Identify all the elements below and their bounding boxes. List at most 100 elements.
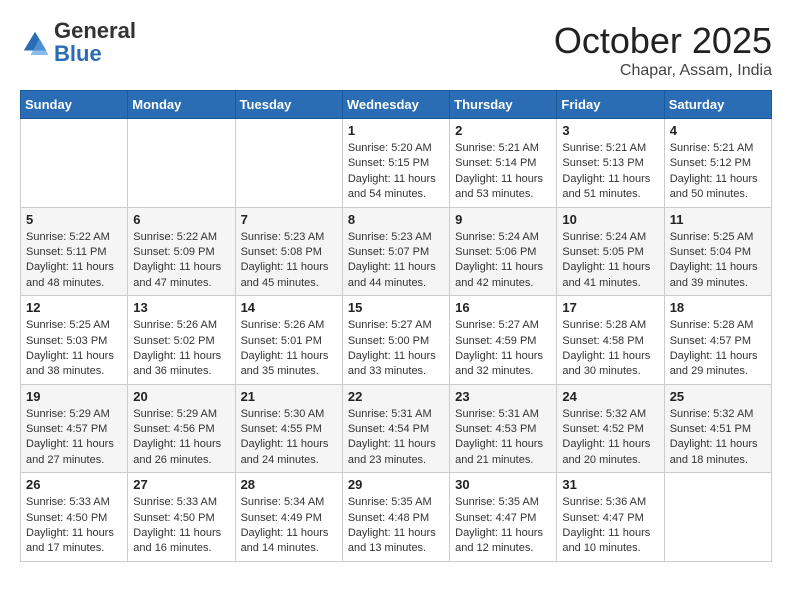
day-info: Sunrise: 5:36 AM Sunset: 4:47 PM Dayligh… [562, 495, 658, 557]
day-info: Sunrise: 5:22 AM Sunset: 5:11 PM Dayligh… [26, 230, 122, 292]
header-tuesday: Tuesday [235, 91, 342, 119]
day-number: 26 [26, 477, 122, 492]
day-number: 31 [562, 477, 658, 492]
day-number: 10 [562, 212, 658, 227]
day-info: Sunrise: 5:26 AM Sunset: 5:02 PM Dayligh… [133, 318, 229, 380]
day-info: Sunrise: 5:24 AM Sunset: 5:05 PM Dayligh… [562, 230, 658, 292]
day-info: Sunrise: 5:25 AM Sunset: 5:03 PM Dayligh… [26, 318, 122, 380]
day-number: 3 [562, 123, 658, 138]
day-number: 27 [133, 477, 229, 492]
logo: General Blue [20, 20, 136, 66]
day-cell: 17 Sunrise: 5:28 AM Sunset: 4:58 PM Dayli… [557, 296, 664, 385]
day-cell: 20 Sunrise: 5:29 AM Sunset: 4:56 PM Dayli… [128, 384, 235, 473]
day-number: 20 [133, 389, 229, 404]
calendar-body: 1 Sunrise: 5:20 AM Sunset: 5:15 PM Daylig… [21, 119, 772, 562]
day-number: 9 [455, 212, 551, 227]
header-sunday: Sunday [21, 91, 128, 119]
day-info: Sunrise: 5:26 AM Sunset: 5:01 PM Dayligh… [241, 318, 337, 380]
day-info: Sunrise: 5:32 AM Sunset: 4:52 PM Dayligh… [562, 407, 658, 469]
day-info: Sunrise: 5:20 AM Sunset: 5:15 PM Dayligh… [348, 141, 444, 203]
day-info: Sunrise: 5:21 AM Sunset: 5:13 PM Dayligh… [562, 141, 658, 203]
day-cell: 9Sunrise: 5:24 AM Sunset: 5:06 PM Daylig… [450, 207, 557, 296]
day-info: Sunrise: 5:32 AM Sunset: 4:51 PM Dayligh… [670, 407, 766, 469]
day-info: Sunrise: 5:31 AM Sunset: 4:54 PM Dayligh… [348, 407, 444, 469]
day-number: 6 [133, 212, 229, 227]
day-number: 8 [348, 212, 444, 227]
day-number: 11 [670, 212, 766, 227]
day-cell: 1 Sunrise: 5:20 AM Sunset: 5:15 PM Daylig… [342, 119, 449, 208]
header-saturday: Saturday [664, 91, 771, 119]
day-info: Sunrise: 5:27 AM Sunset: 4:59 PM Dayligh… [455, 318, 551, 380]
month-title: October 2025 [554, 20, 772, 62]
day-info: Sunrise: 5:22 AM Sunset: 5:09 PM Dayligh… [133, 230, 229, 292]
day-cell: 11Sunrise: 5:25 AM Sunset: 5:04 PM Dayli… [664, 207, 771, 296]
day-cell: 23 Sunrise: 5:31 AM Sunset: 4:53 PM Dayli… [450, 384, 557, 473]
day-number: 17 [562, 300, 658, 315]
day-number: 21 [241, 389, 337, 404]
day-number: 18 [670, 300, 766, 315]
day-number: 25 [670, 389, 766, 404]
day-info: Sunrise: 5:27 AM Sunset: 5:00 PM Dayligh… [348, 318, 444, 380]
day-cell: 18 Sunrise: 5:28 AM Sunset: 4:57 PM Dayli… [664, 296, 771, 385]
day-info: Sunrise: 5:30 AM Sunset: 4:55 PM Dayligh… [241, 407, 337, 469]
day-info: Sunrise: 5:28 AM Sunset: 4:57 PM Dayligh… [670, 318, 766, 380]
day-cell: 8Sunrise: 5:23 AM Sunset: 5:07 PM Daylig… [342, 207, 449, 296]
day-cell [128, 119, 235, 208]
day-number: 19 [26, 389, 122, 404]
day-number: 4 [670, 123, 766, 138]
subtitle: Chapar, Assam, India [554, 62, 772, 80]
day-cell: 22 Sunrise: 5:31 AM Sunset: 4:54 PM Dayli… [342, 384, 449, 473]
day-cell: 30Sunrise: 5:35 AM Sunset: 4:47 PM Dayli… [450, 473, 557, 562]
day-info: Sunrise: 5:21 AM Sunset: 5:14 PM Dayligh… [455, 141, 551, 203]
day-info: Sunrise: 5:28 AM Sunset: 4:58 PM Dayligh… [562, 318, 658, 380]
week-row-1: 1 Sunrise: 5:20 AM Sunset: 5:15 PM Daylig… [21, 119, 772, 208]
logo-general: General [54, 18, 136, 43]
week-row-5: 26Sunrise: 5:33 AM Sunset: 4:50 PM Dayli… [21, 473, 772, 562]
day-cell: 6 Sunrise: 5:22 AM Sunset: 5:09 PM Daylig… [128, 207, 235, 296]
day-cell: 7 Sunrise: 5:23 AM Sunset: 5:08 PM Daylig… [235, 207, 342, 296]
day-cell: 25 Sunrise: 5:32 AM Sunset: 4:51 PM Dayli… [664, 384, 771, 473]
day-number: 29 [348, 477, 444, 492]
day-cell: 31 Sunrise: 5:36 AM Sunset: 4:47 PM Dayli… [557, 473, 664, 562]
day-info: Sunrise: 5:29 AM Sunset: 4:57 PM Dayligh… [26, 407, 122, 469]
day-number: 1 [348, 123, 444, 138]
day-cell: 10 Sunrise: 5:24 AM Sunset: 5:05 PM Dayli… [557, 207, 664, 296]
day-info: Sunrise: 5:34 AM Sunset: 4:49 PM Dayligh… [241, 495, 337, 557]
day-cell: 2 Sunrise: 5:21 AM Sunset: 5:14 PM Daylig… [450, 119, 557, 208]
day-cell: 19 Sunrise: 5:29 AM Sunset: 4:57 PM Dayli… [21, 384, 128, 473]
day-cell: 5 Sunrise: 5:22 AM Sunset: 5:11 PM Daylig… [21, 207, 128, 296]
day-number: 2 [455, 123, 551, 138]
calendar-table: SundayMondayTuesdayWednesdayThursdayFrid… [20, 90, 772, 562]
header-thursday: Thursday [450, 91, 557, 119]
day-cell: 28Sunrise: 5:34 AM Sunset: 4:49 PM Dayli… [235, 473, 342, 562]
logo-blue: Blue [54, 41, 102, 66]
day-cell: 26Sunrise: 5:33 AM Sunset: 4:50 PM Dayli… [21, 473, 128, 562]
day-number: 5 [26, 212, 122, 227]
logo-icon [20, 28, 50, 58]
day-info: Sunrise: 5:29 AM Sunset: 4:56 PM Dayligh… [133, 407, 229, 469]
day-number: 14 [241, 300, 337, 315]
day-number: 13 [133, 300, 229, 315]
day-info: Sunrise: 5:23 AM Sunset: 5:08 PM Dayligh… [241, 230, 337, 292]
day-cell: 15Sunrise: 5:27 AM Sunset: 5:00 PM Dayli… [342, 296, 449, 385]
week-row-3: 12Sunrise: 5:25 AM Sunset: 5:03 PM Dayli… [21, 296, 772, 385]
title-block: October 2025 Chapar, Assam, India [554, 20, 772, 80]
day-cell: 16Sunrise: 5:27 AM Sunset: 4:59 PM Dayli… [450, 296, 557, 385]
header-wednesday: Wednesday [342, 91, 449, 119]
day-number: 30 [455, 477, 551, 492]
day-number: 7 [241, 212, 337, 227]
page-header: General Blue October 2025 Chapar, Assam,… [20, 20, 772, 80]
day-number: 22 [348, 389, 444, 404]
header-monday: Monday [128, 91, 235, 119]
day-cell: 29Sunrise: 5:35 AM Sunset: 4:48 PM Dayli… [342, 473, 449, 562]
day-cell: 14 Sunrise: 5:26 AM Sunset: 5:01 PM Dayli… [235, 296, 342, 385]
day-info: Sunrise: 5:31 AM Sunset: 4:53 PM Dayligh… [455, 407, 551, 469]
week-row-4: 19 Sunrise: 5:29 AM Sunset: 4:57 PM Dayli… [21, 384, 772, 473]
header-friday: Friday [557, 91, 664, 119]
day-cell [21, 119, 128, 208]
day-cell: 3 Sunrise: 5:21 AM Sunset: 5:13 PM Daylig… [557, 119, 664, 208]
day-number: 24 [562, 389, 658, 404]
day-cell: 13 Sunrise: 5:26 AM Sunset: 5:02 PM Dayli… [128, 296, 235, 385]
day-number: 23 [455, 389, 551, 404]
day-cell: 24 Sunrise: 5:32 AM Sunset: 4:52 PM Dayli… [557, 384, 664, 473]
